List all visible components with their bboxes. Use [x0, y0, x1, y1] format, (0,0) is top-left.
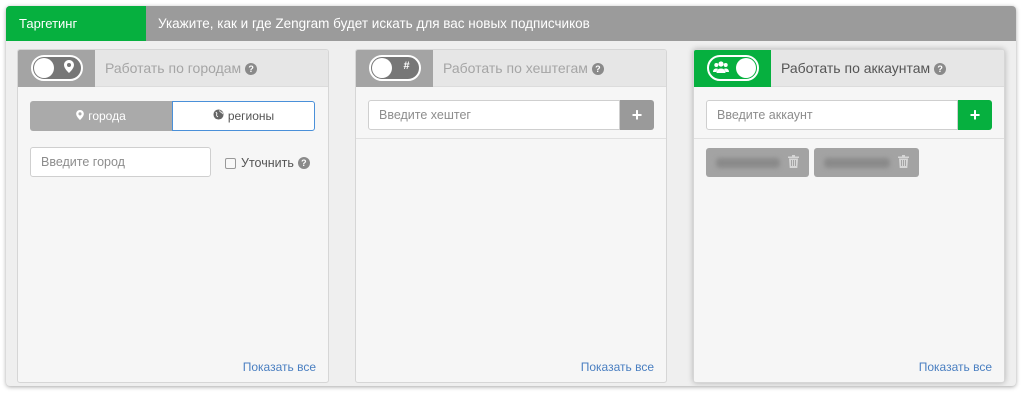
cities-toggle[interactable] — [30, 55, 83, 81]
account-input-placeholder: Введите аккаунт — [717, 108, 813, 122]
hashtags-title-text: Работать по хештегам — [443, 60, 588, 76]
show-all-link[interactable]: Показать все — [919, 360, 992, 374]
hashtag-icon: # — [403, 60, 410, 72]
divider — [356, 138, 666, 139]
users-icon — [712, 61, 729, 76]
accounts-toggle[interactable] — [706, 55, 759, 81]
toggle-knob — [371, 58, 392, 78]
accounts-panel-title: Работать по аккаунтам? — [781, 60, 947, 76]
globe-icon — [213, 109, 224, 123]
accounts-panel: Работать по аккаунтам? Введите аккаунт +… — [693, 49, 1005, 383]
seg-regions-label: регионы — [227, 109, 275, 123]
hashtags-toggle[interactable]: # — [368, 55, 421, 81]
map-marker-icon — [76, 109, 85, 123]
refine-checkbox[interactable]: Уточнить ? — [225, 156, 310, 170]
add-hashtag-button[interactable]: + — [620, 100, 654, 130]
seg-cities-button[interactable]: города — [30, 101, 172, 131]
add-account-button[interactable]: + — [958, 100, 992, 130]
toggle-knob — [33, 58, 54, 78]
targeting-description: Укажите, как и где Zengram будет искать … — [158, 16, 590, 31]
cities-regions-switch: города регионы — [30, 101, 315, 131]
cities-title-text: Работать по городам — [105, 60, 242, 76]
targeting-header: Таргетинг Укажите, как и где Zengram буд… — [6, 6, 1016, 41]
trash-icon[interactable] — [898, 154, 909, 171]
show-all-link[interactable]: Показать все — [243, 360, 316, 374]
account-chip-name — [824, 157, 890, 168]
cities-panel-title: Работать по городам? — [105, 60, 258, 76]
cities-panel-header: Работать по городам? — [18, 50, 328, 87]
refine-label: Уточнить — [241, 156, 294, 170]
seg-regions-button[interactable]: регионы — [172, 101, 315, 131]
hashtag-input-placeholder: Введите хештег — [379, 108, 471, 122]
refine-checkbox-box[interactable] — [225, 157, 236, 169]
accounts-panel-header: Работать по аккаунтам? — [694, 50, 1004, 87]
hashtags-panel-header: # Работать по хештегам? — [356, 50, 666, 87]
city-input[interactable]: Введите город — [30, 147, 211, 177]
show-all-link[interactable]: Показать все — [581, 360, 654, 374]
accounts-toggle-box — [694, 50, 771, 87]
map-marker-icon — [61, 60, 77, 76]
tab-targeting[interactable]: Таргетинг — [6, 6, 146, 41]
help-icon[interactable]: ? — [297, 157, 310, 169]
toggle-knob — [735, 58, 756, 78]
account-chip — [814, 148, 919, 177]
divider — [694, 138, 1004, 139]
help-icon[interactable]: ? — [591, 63, 604, 76]
plus-icon: + — [969, 104, 981, 125]
help-icon[interactable]: ? — [245, 63, 258, 76]
account-input[interactable]: Введите аккаунт — [706, 100, 958, 130]
hashtags-toggle-box: # — [356, 50, 433, 87]
account-chip-name — [716, 157, 780, 168]
plus-icon: + — [631, 104, 643, 125]
hashtags-panel: # Работать по хештегам? Введите хештег +… — [355, 49, 667, 383]
trash-icon[interactable] — [788, 154, 799, 171]
hashtags-panel-title: Работать по хештегам? — [443, 60, 604, 76]
accounts-title-text: Работать по аккаунтам — [781, 60, 931, 76]
help-icon[interactable]: ? — [934, 63, 947, 76]
hashtag-input[interactable]: Введите хештег — [368, 100, 620, 130]
city-input-placeholder: Введите город — [41, 155, 125, 169]
targeting-widget: Таргетинг Укажите, как и где Zengram буд… — [6, 6, 1016, 386]
seg-cities-label: города — [88, 109, 126, 123]
account-chip — [706, 148, 809, 177]
cities-panel: Работать по городам? города регионы Введ… — [17, 49, 329, 383]
cities-toggle-box — [18, 50, 95, 87]
